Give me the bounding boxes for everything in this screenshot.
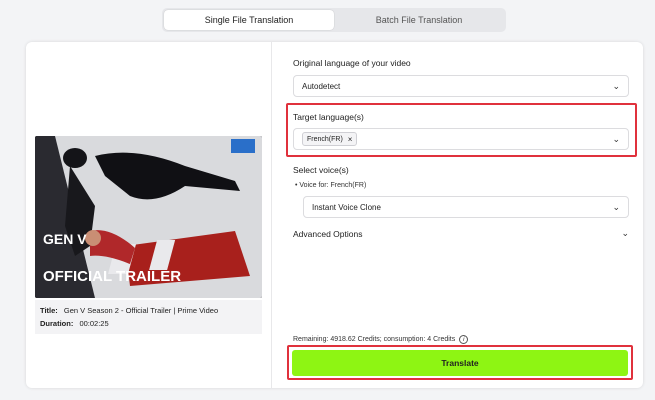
thumbnail-scene: GEN V OFFICIAL TRAILER — [35, 136, 262, 298]
video-duration-label: Duration: — [40, 319, 74, 328]
original-language-label: Original language of your video — [293, 58, 411, 68]
translation-settings-panel: Original language of your video Autodete… — [283, 42, 637, 388]
tab-single-file[interactable]: Single File Translation — [164, 10, 334, 30]
credits-info: Remaining: 4918.62 Credits; consumption:… — [293, 335, 469, 344]
chevron-down-icon: ⌄ — [612, 133, 620, 144]
translate-button[interactable]: Translate — [292, 350, 628, 376]
video-title-value: Gen V Season 2 - Official Trailer | Prim… — [63, 306, 219, 315]
translation-mode-tabs: Single File Translation Batch File Trans… — [162, 8, 506, 32]
target-language-chip: French(FR) × — [302, 132, 358, 146]
thumbnail-gen-v-text: GEN V — [43, 231, 87, 247]
advanced-options-toggle[interactable]: Advanced Options ⌄ — [293, 228, 629, 239]
select-voice-label: Select voice(s) — [293, 165, 349, 175]
panel-divider — [271, 42, 272, 388]
chevron-down-icon: ⌄ — [612, 80, 620, 91]
target-language-select[interactable]: French(FR) × ⌄ — [293, 128, 629, 150]
voice-for-label: • Voice for: French(FR) — [295, 182, 367, 189]
info-icon[interactable]: i — [459, 335, 469, 344]
video-title-label: Title: — [40, 306, 58, 315]
video-metadata: Title: Gen V Season 2 - Official Trailer… — [35, 300, 262, 334]
chevron-down-icon: ⌄ — [621, 228, 629, 238]
advanced-options-label: Advanced Options — [293, 228, 363, 239]
voice-select-value: Instant Voice Clone — [312, 202, 381, 212]
chevron-down-icon: ⌄ — [612, 201, 620, 212]
translation-card: GEN V OFFICIAL TRAILER Title: Gen V Seas… — [26, 42, 643, 388]
tab-batch-file[interactable]: Batch File Translation — [334, 10, 504, 30]
target-language-label: Target language(s) — [293, 112, 364, 122]
credits-text: Remaining: 4918.62 Credits; consumption:… — [293, 336, 456, 343]
target-language-chip-label: French(FR) — [307, 135, 343, 143]
video-thumbnail[interactable]: GEN V OFFICIAL TRAILER — [35, 136, 262, 298]
remove-chip-icon[interactable]: × — [348, 135, 353, 144]
thumbnail-official-trailer-text: OFFICIAL TRAILER — [43, 268, 181, 285]
original-language-select[interactable]: Autodetect ⌄ — [293, 75, 629, 97]
voice-select[interactable]: Instant Voice Clone ⌄ — [303, 196, 629, 218]
original-language-value: Autodetect — [302, 81, 341, 91]
video-duration-value: 00:02:25 — [79, 319, 109, 328]
